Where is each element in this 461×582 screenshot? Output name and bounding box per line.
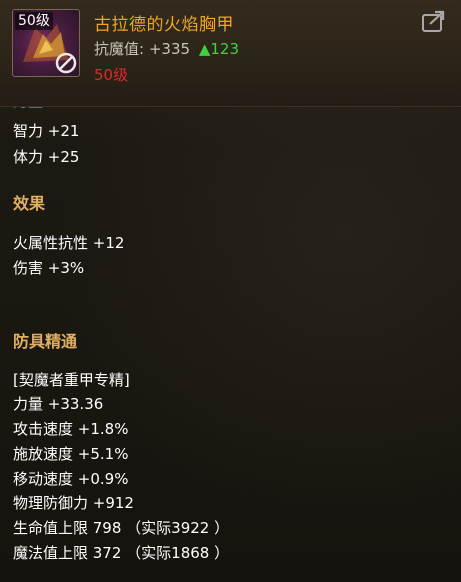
effect-fire-resist: 火属性抗性 +12 — [13, 234, 125, 252]
resist-row: 抗魔值: +335 ▲123 — [94, 38, 239, 59]
item-slot[interactable]: 50级 — [12, 9, 80, 77]
item-tooltip-panel: 50级 古拉德的火焰胸甲 抗魔值: +335 ▲123 50级 力量 +20 智… — [0, 0, 461, 582]
no-symbol-icon — [55, 52, 77, 74]
mastery-title: 防具精通 — [13, 332, 78, 351]
item-header: 50级 古拉德的火焰胸甲 抗魔值: +335 ▲123 50级 — [0, 0, 461, 107]
mastery-max-hp: 生命值上限 798 （实际3922 ） — [13, 519, 230, 537]
item-level-badge: 50级 — [15, 12, 53, 30]
required-level: 50级 — [94, 66, 129, 84]
effect-damage: 伤害 +3% — [13, 259, 85, 277]
resist-label: 抗魔值: — [94, 40, 145, 58]
item-details: 力量 +20 智力 +21 体力 +25 效果 火属性抗性 +12 伤害 +3%… — [0, 90, 461, 582]
mastery-subtitle: [契魔者重甲专精] — [13, 371, 130, 389]
resist-value: +335 — [148, 40, 191, 58]
stat-stamina: 体力 +25 — [13, 148, 80, 166]
mastery-attack-speed: 攻击速度 +1.8% — [13, 420, 129, 438]
mastery-max-mp: 魔法值上限 372 （实际1868 ） — [13, 544, 230, 562]
mastery-cast-speed: 施放速度 +5.1% — [13, 445, 129, 463]
stat-intellect: 智力 +21 — [13, 122, 80, 140]
mastery-strength: 力量 +33.36 — [13, 395, 104, 413]
item-name: 古拉德的火焰胸甲 — [94, 15, 234, 35]
share-export-icon[interactable] — [421, 9, 447, 35]
resist-increase: ▲123 — [198, 40, 239, 58]
mastery-move-speed: 移动速度 +0.9% — [13, 470, 129, 488]
mastery-phys-defense: 物理防御力 +912 — [13, 494, 134, 512]
effects-title: 效果 — [13, 194, 46, 213]
